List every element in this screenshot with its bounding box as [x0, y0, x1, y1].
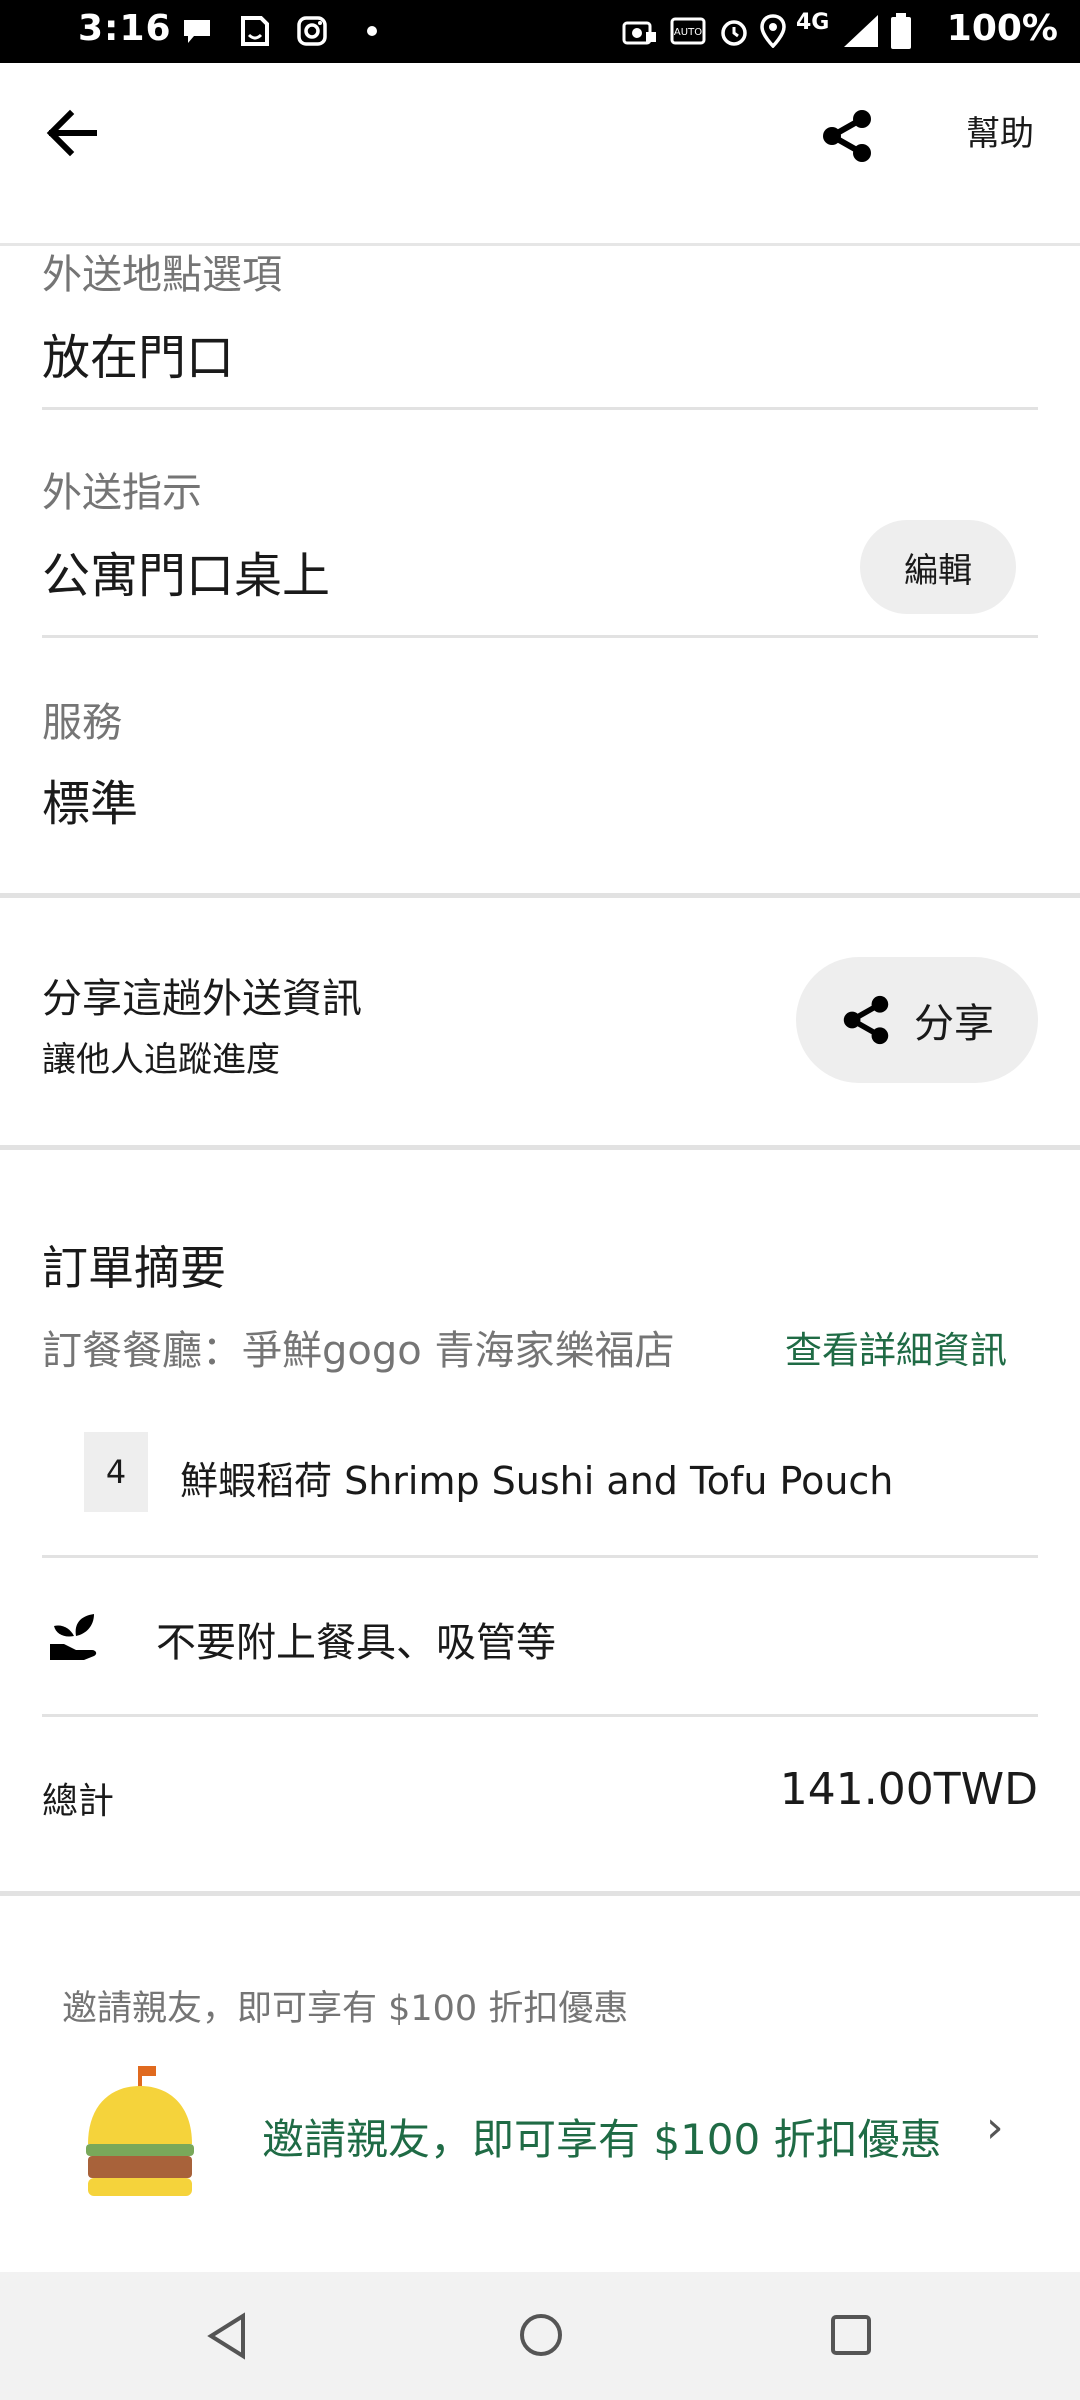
- chat-bubble-icon: [180, 14, 214, 48]
- delivery-option-value: 放在門口: [42, 330, 235, 386]
- section-divider: [0, 893, 1080, 898]
- battery-percent: 100%: [946, 8, 1058, 49]
- share-subtitle: 讓他人追蹤進度: [42, 1040, 280, 1080]
- share-button-label: 分享: [914, 1001, 994, 1047]
- order-summary-heading: 訂單摘要: [42, 1241, 226, 1295]
- item-name: 鮮蝦稻荷 Shrimp Sushi and Tofu Pouch: [180, 1459, 894, 1503]
- instagram-icon: [296, 14, 328, 48]
- restaurant-name: 訂餐餐廳：爭鮮gogo 青海家樂福店: [42, 1328, 675, 1374]
- share-title: 分享這趟外送資訊: [42, 976, 362, 1022]
- status-time: 3:16: [78, 8, 172, 49]
- svg-text:AUTO: AUTO: [674, 27, 702, 38]
- section-divider: [0, 1891, 1080, 1896]
- burger-icon: [84, 2066, 196, 2204]
- delivery-option-label: 外送地點選項: [42, 252, 282, 298]
- battery-icon: [890, 13, 912, 49]
- divider: [42, 407, 1038, 410]
- share-icon: [843, 995, 889, 1045]
- edit-instructions-button[interactable]: 編輯: [860, 520, 1016, 614]
- network-type: 4G: [796, 10, 830, 35]
- share-button[interactable]: 分享: [796, 957, 1038, 1083]
- location-icon: [760, 14, 786, 48]
- chevron-right-icon: ›: [986, 2102, 1004, 2153]
- total-label: 總計: [42, 1781, 115, 1822]
- item-quantity: 4: [84, 1432, 148, 1512]
- instructions-label: 外送指示: [42, 470, 202, 516]
- service-label: 服務: [42, 700, 122, 746]
- service-value: 標準: [42, 776, 139, 832]
- invite-link-text: 邀請親友，即可享有 $100 折扣優惠: [262, 2115, 942, 2164]
- eco-sprout-icon: [46, 1608, 106, 1666]
- auto-hz-icon: AUTO: [670, 14, 706, 48]
- help-link[interactable]: 幫助: [966, 106, 1034, 155]
- divider: [42, 1714, 1038, 1717]
- divider: [42, 1555, 1038, 1558]
- alarm-icon: [718, 14, 750, 48]
- status-bar: 3:16 AUTO 4G 100%: [0, 0, 1080, 63]
- section-divider: [0, 1145, 1080, 1150]
- share-icon[interactable]: [820, 109, 874, 167]
- camera-lock-icon: [622, 14, 658, 48]
- nav-back-icon[interactable]: [205, 2312, 249, 2364]
- sticker-icon: [240, 14, 270, 48]
- top-app-bar: [0, 63, 1080, 246]
- divider: [42, 635, 1038, 638]
- view-details-link[interactable]: 查看詳細資訊: [785, 1320, 1007, 1374]
- total-value: 141.00TWD: [779, 1764, 1038, 1815]
- dot-icon: [366, 14, 378, 48]
- nav-recents-icon[interactable]: [830, 2314, 872, 2360]
- no-utensils-option: 不要附上餐具、吸管等: [156, 1620, 556, 1666]
- invite-banner[interactable]: 邀請親友，即可享有 $100 折扣優惠 ›: [0, 2040, 1080, 2230]
- nav-home-icon[interactable]: [518, 2312, 564, 2362]
- instructions-value: 公寓門口桌上: [42, 548, 331, 604]
- system-nav-bar: [0, 2272, 1080, 2400]
- back-arrow-icon[interactable]: [42, 103, 102, 167]
- signal-icon: [840, 14, 880, 48]
- invite-caption: 邀請親友，即可享有 $100 折扣優惠: [62, 1989, 629, 2029]
